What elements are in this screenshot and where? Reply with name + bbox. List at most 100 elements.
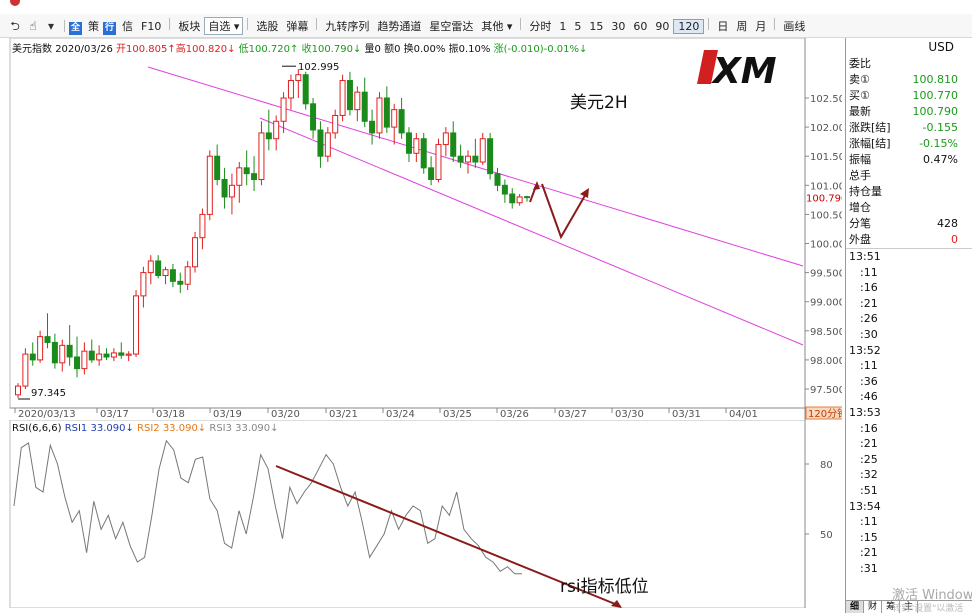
candle-body[interactable] — [75, 357, 80, 369]
candle-body[interactable] — [178, 281, 183, 284]
candle-body[interactable] — [370, 121, 375, 133]
toolbar-item-8[interactable]: 弹幕 — [282, 18, 312, 34]
candle-body[interactable] — [156, 261, 161, 276]
candle-body[interactable] — [266, 133, 271, 139]
rsi-line[interactable] — [14, 441, 522, 574]
candle-body[interactable] — [52, 342, 57, 362]
toolbar-item-2[interactable]: 行 — [103, 22, 116, 35]
candle-body[interactable] — [288, 81, 293, 98]
candle-body[interactable] — [443, 133, 448, 145]
toolbar-item-12[interactable]: 其他 ▾ — [477, 18, 516, 34]
candle-body[interactable] — [421, 139, 426, 168]
candle-body[interactable] — [296, 75, 301, 81]
candle-body[interactable] — [303, 75, 308, 104]
candle-body[interactable] — [259, 133, 264, 180]
toolbar-item-10[interactable]: 趋势通道 — [373, 18, 425, 34]
candle-body[interactable] — [89, 351, 94, 360]
candle-body[interactable] — [488, 139, 493, 174]
toolbar-item-24[interactable]: 画线 — [779, 18, 809, 34]
candle-body[interactable] — [82, 351, 87, 368]
candle-body[interactable] — [311, 104, 316, 130]
candle-body[interactable] — [510, 194, 515, 203]
candle-body[interactable] — [185, 267, 190, 284]
candle-body[interactable] — [325, 133, 330, 156]
candle-body[interactable] — [38, 337, 43, 360]
candle-body[interactable] — [141, 273, 146, 296]
toolbar-item-0[interactable]: 全 — [69, 22, 82, 35]
candle-body[interactable] — [495, 174, 500, 186]
toolbar-item-16[interactable]: 15 — [585, 20, 607, 33]
candle-body[interactable] — [16, 386, 21, 395]
candle-body[interactable] — [67, 345, 72, 357]
candle-body[interactable] — [451, 133, 456, 156]
back-icon[interactable]: ⮌ — [8, 19, 22, 33]
tick-list[interactable]: 13:51:11:16:21:26:3013:52:11:36:4613:53:… — [846, 249, 972, 576]
candle-body[interactable] — [252, 174, 257, 180]
candle-body[interactable] — [473, 156, 478, 162]
toolbar-item-11[interactable]: 星空雷达 — [425, 18, 477, 34]
candle-body[interactable] — [340, 81, 345, 116]
dropdown-chevron-icon[interactable]: ▾ — [44, 19, 58, 33]
toolbar-item-23[interactable]: 月 — [751, 18, 770, 34]
toolbar-item-7[interactable]: 选股 — [252, 18, 282, 34]
candle-body[interactable] — [502, 185, 507, 194]
rsi-chart[interactable]: 8050rsi指标低位 — [0, 420, 842, 608]
toolbar-item-14[interactable]: 1 — [555, 20, 570, 33]
toolbar-item-15[interactable]: 5 — [570, 20, 585, 33]
candle-body[interactable] — [170, 270, 175, 282]
candle-body[interactable] — [480, 139, 485, 162]
hand-pointer-icon[interactable]: ☝ — [26, 19, 40, 33]
candle-body[interactable] — [429, 168, 434, 180]
candle-body[interactable] — [333, 115, 338, 132]
toolbar-item-6[interactable]: 自选 ▾ — [204, 17, 243, 35]
candle-body[interactable] — [274, 121, 279, 138]
candle-body[interactable] — [193, 238, 198, 267]
candle-body[interactable] — [229, 185, 234, 197]
panel-tab[interactable]: 细 — [846, 601, 864, 613]
candle-body[interactable] — [458, 156, 463, 162]
toolbar-item-5[interactable]: 板块 — [174, 18, 204, 34]
candle-body[interactable] — [355, 92, 360, 109]
candle-body[interactable] — [281, 98, 286, 121]
candle-body[interactable] — [384, 98, 389, 127]
candle-body[interactable] — [60, 345, 65, 362]
candle-body[interactable] — [406, 133, 411, 153]
candle-body[interactable] — [45, 337, 50, 343]
toolbar-item-22[interactable]: 周 — [732, 18, 751, 34]
toolbar-item-3[interactable]: 信 — [118, 18, 137, 34]
candle-body[interactable] — [126, 354, 131, 355]
candle-body[interactable] — [207, 156, 212, 214]
candle-body[interactable] — [399, 110, 404, 133]
candle-body[interactable] — [97, 354, 102, 360]
candle-body[interactable] — [30, 354, 35, 360]
toolbar-item-13[interactable]: 分时 — [525, 18, 555, 34]
candle-body[interactable] — [163, 270, 168, 276]
candle-body[interactable] — [392, 110, 397, 127]
candle-body[interactable] — [237, 168, 242, 185]
candle-body[interactable] — [119, 353, 124, 355]
candle-body[interactable] — [134, 296, 139, 354]
panel-tab[interactable]: 财 — [864, 601, 882, 613]
toolbar-item-20[interactable]: 120 — [673, 19, 704, 34]
candle-body[interactable] — [318, 130, 323, 156]
candle-body[interactable] — [525, 197, 530, 198]
candle-body[interactable] — [23, 354, 28, 386]
channel-lower-line[interactable] — [260, 118, 803, 345]
candle-body[interactable] — [215, 156, 220, 179]
candle-body[interactable] — [222, 179, 227, 196]
candle-body[interactable] — [414, 139, 419, 154]
toolbar-item-19[interactable]: 90 — [651, 20, 673, 33]
candle-body[interactable] — [200, 214, 205, 237]
price-chart[interactable]: 102.500102.000101.500101.000100.500100.0… — [0, 38, 842, 420]
candle-body[interactable] — [465, 156, 470, 162]
toolbar-item-1[interactable]: 策 — [84, 18, 103, 34]
candle-body[interactable] — [436, 145, 441, 180]
candle-body[interactable] — [104, 354, 109, 357]
toolbar-item-21[interactable]: 日 — [713, 18, 732, 34]
toolbar-item-9[interactable]: 九转序列 — [321, 18, 373, 34]
candle-body[interactable] — [111, 353, 116, 357]
candle-body[interactable] — [347, 81, 352, 110]
toolbar-item-18[interactable]: 60 — [629, 20, 651, 33]
candle-body[interactable] — [244, 168, 249, 174]
toolbar-item-4[interactable]: F10 — [137, 20, 165, 33]
